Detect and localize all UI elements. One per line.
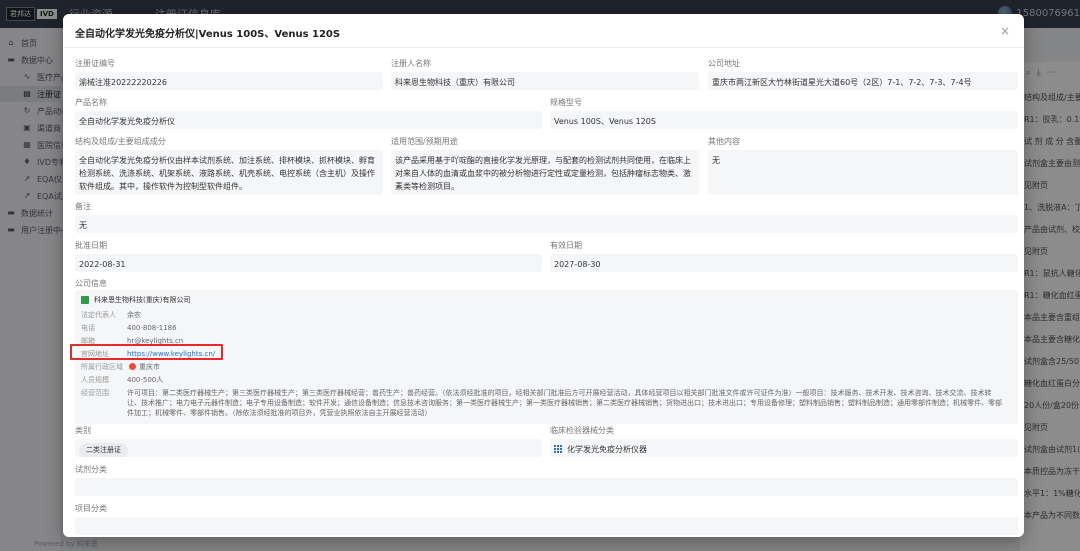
company-staff-size: 人员规模 400-500人 bbox=[81, 376, 164, 384]
field-value: 2022-08-31 bbox=[75, 254, 542, 272]
field-other: 其他内容 无 bbox=[708, 136, 1018, 195]
section-label: 公司信息 bbox=[75, 279, 107, 288]
location-pin-icon bbox=[129, 363, 136, 370]
field-project-category: 项目分类 bbox=[75, 503, 1018, 535]
company-section: 公司信息 bbox=[75, 278, 275, 290]
company-legal-rep: 法定代表人 余农 bbox=[81, 311, 141, 319]
field-label: 适用范围/预期用途 bbox=[391, 137, 458, 146]
field-registrant: 注册人名称 科来恩生物科技（重庆）有限公司 bbox=[391, 58, 699, 90]
field-clinical: 临床检验器械分类 化学发光免疫分析仪器 bbox=[550, 425, 1018, 457]
field-value: 无 bbox=[75, 215, 1018, 233]
company-business-scope: 经营范围 许可项目：第二类医疗器械生产；第三类医疗器械生产；第三类医疗器械经营；兽… bbox=[81, 389, 1002, 417]
field-scope: 适用范围/预期用途 该产品采用基于吖啶酯的直接化学发光原理，与配套的检测试剂共同… bbox=[391, 136, 699, 195]
field-value: 2027-08-30 bbox=[550, 254, 1018, 272]
field-label: 公司地址 bbox=[708, 59, 740, 68]
field-value: 二类注册证 bbox=[75, 439, 542, 457]
field-value: 无 bbox=[708, 150, 1018, 195]
close-icon[interactable]: × bbox=[998, 24, 1012, 38]
field-label: 临床检验器械分类 bbox=[550, 426, 614, 435]
company-region: 所属行政区域 重庆市 bbox=[81, 363, 160, 371]
field-value: 渝械注准20222220226 bbox=[75, 72, 383, 90]
modal-header: 全自动化学发光免疫分析仪|Venus 100S、Venus 120S × bbox=[63, 14, 1024, 48]
field-category: 类别 二类注册证 bbox=[75, 425, 542, 457]
field-label: 结构及组成/主要组成成分 bbox=[75, 137, 166, 146]
company-name-row: 科来恩生物科技(重庆)有限公司 bbox=[81, 295, 190, 305]
field-value: Venus 100S、Venus 120S bbox=[550, 111, 1018, 129]
field-label: 产品名称 bbox=[75, 98, 107, 107]
field-label: 试剂分类 bbox=[75, 465, 107, 474]
category-badge: 二类注册证 bbox=[79, 443, 128, 457]
field-label: 备注 bbox=[75, 202, 91, 211]
company-phone: 电话 400-808-1186 bbox=[81, 324, 177, 332]
field-label: 类别 bbox=[75, 426, 91, 435]
field-address: 公司地址 重庆市两江新区大竹林街道星光大道60号（2区）7-1、7-2、7-3、… bbox=[708, 58, 1018, 90]
field-value: 该产品采用基于吖啶酯的直接化学发光原理，与配套的检测试剂共同使用，在临床上对来自… bbox=[391, 150, 699, 195]
company-logo-icon bbox=[81, 296, 89, 304]
field-label: 有效日期 bbox=[550, 241, 582, 250]
field-label: 批准日期 bbox=[75, 241, 107, 250]
field-structure: 结构及组成/主要组成成分 全自动化学发光免疫分析仪由样本试剂系统、加注系统、排杯… bbox=[75, 136, 383, 195]
field-approve-date: 批准日期 2022-08-31 bbox=[75, 240, 542, 272]
field-value: 化学发光免疫分析仪器 bbox=[550, 439, 1018, 457]
field-value bbox=[75, 478, 1018, 496]
field-label: 注册人名称 bbox=[391, 59, 431, 68]
field-value: 重庆市两江新区大竹林街道星光大道60号（2区）7-1、7-2、7-3、7-4号 bbox=[708, 72, 1018, 90]
field-reg-no: 注册证编号 渝械注准20222220226 bbox=[75, 58, 383, 90]
grid-icon bbox=[554, 445, 562, 453]
field-reagent-category: 试剂分类 bbox=[75, 464, 1018, 496]
company-name[interactable]: 科来恩生物科技(重庆)有限公司 bbox=[94, 295, 190, 305]
field-value: 全自动化学发光免疫分析仪由样本试剂系统、加注系统、排杯模块、抓杯模块、孵育检测系… bbox=[75, 150, 383, 195]
field-valid-date: 有效日期 2027-08-30 bbox=[550, 240, 1018, 272]
field-value bbox=[75, 517, 1018, 535]
website-highlight-box bbox=[70, 344, 223, 360]
field-remark: 备注 无 bbox=[75, 201, 1018, 233]
field-spec: 规格型号 Venus 100S、Venus 120S bbox=[550, 97, 1018, 129]
detail-modal: 全自动化学发光免疫分析仪|Venus 100S、Venus 120S × 注册证… bbox=[63, 14, 1024, 537]
field-label: 注册证编号 bbox=[75, 59, 115, 68]
field-value: 全自动化学发光免疫分析仪 bbox=[75, 111, 542, 129]
field-label: 项目分类 bbox=[75, 504, 107, 513]
modal-title: 全自动化学发光免疫分析仪|Venus 100S、Venus 120S bbox=[75, 29, 341, 40]
field-label: 其他内容 bbox=[708, 137, 740, 146]
field-value: 科来恩生物科技（重庆）有限公司 bbox=[391, 72, 699, 90]
clinical-value: 化学发光免疫分析仪器 bbox=[567, 445, 647, 454]
field-product-name: 产品名称 全自动化学发光免疫分析仪 bbox=[75, 97, 542, 129]
field-label: 规格型号 bbox=[550, 98, 582, 107]
